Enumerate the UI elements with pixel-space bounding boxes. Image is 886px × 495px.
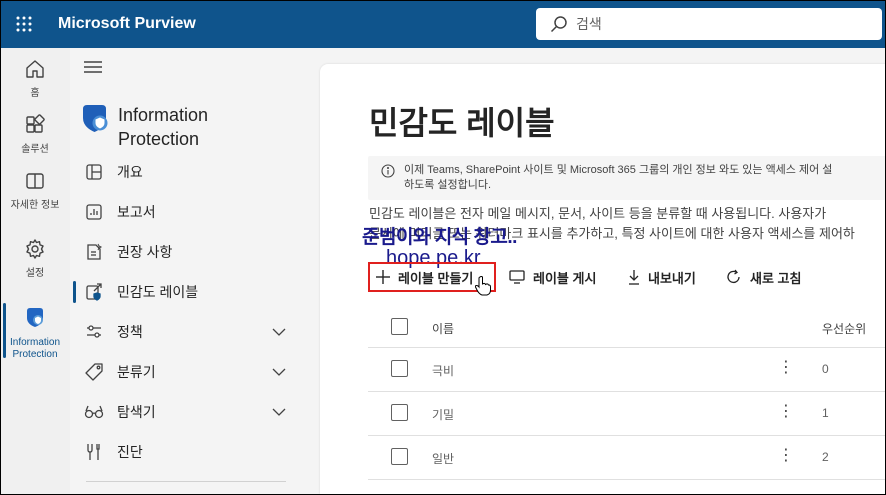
label-name[interactable]: 극비 <box>432 362 454 379</box>
rail-item-solutions[interactable]: 솔루션 <box>0 114 70 156</box>
plus-icon <box>376 270 390 284</box>
sensitivity-label-icon <box>84 282 104 302</box>
download-icon <box>628 269 640 285</box>
policy-icon <box>84 322 104 342</box>
rail-label-information-protection: Information Protection <box>9 337 61 360</box>
diagnostics-icon <box>84 442 104 462</box>
nav-label-policies: 정책 <box>117 324 143 340</box>
column-header-name[interactable]: 이름 <box>432 320 454 337</box>
column-header-priority[interactable]: 우선순위 <box>822 320 866 337</box>
info-banner: 이제 Teams, SharePoint 사이트 및 Microsoft 365… <box>368 156 886 200</box>
label-name[interactable]: 일반 <box>432 450 454 467</box>
nav-label-reports: 보고서 <box>117 204 156 220</box>
table-row[interactable]: 일반 ⋮ 2 <box>368 436 886 480</box>
search-input[interactable] <box>576 16 856 32</box>
info-text-line-2: 하도록 설정합니다. <box>404 179 492 191</box>
more-options-icon[interactable]: ⋮ <box>778 448 794 464</box>
toolbar: 레이블 만들기 레이블 게시 내보내기 새로 고침 <box>368 262 886 292</box>
information-protection-icon <box>23 305 47 334</box>
nav-label-overview: 개요 <box>117 164 143 180</box>
table-row[interactable]: 극비 ⋮ 0 <box>368 348 886 392</box>
row-checkbox[interactable] <box>391 360 408 377</box>
publish-labels-text: 레이블 게시 <box>533 270 597 286</box>
hamburger-icon[interactable] <box>84 60 102 79</box>
app-launcher-icon[interactable] <box>0 0 48 48</box>
recommendations-icon <box>84 242 104 262</box>
rail-item-information-protection[interactable]: Information Protection <box>0 305 70 361</box>
app-title[interactable]: Microsoft Purview <box>58 15 196 33</box>
nav-label-diagnostics: 진단 <box>117 444 143 460</box>
nav-item-recommendations[interactable]: 권장 사항 <box>70 232 310 272</box>
nav-item-diagnostics[interactable]: 진단 <box>70 432 310 472</box>
info-text: 이제 Teams, SharePoint 사이트 및 Microsoft 365… <box>404 163 886 193</box>
rail-label-home: 홈 <box>30 88 40 99</box>
watermark-text: 준범이와 지식 창고.. <box>362 227 517 248</box>
export-text: 내보내기 <box>648 270 696 286</box>
label-priority: 2 <box>822 450 829 464</box>
nav-item-classifiers[interactable]: 분류기 <box>70 352 310 392</box>
nav-label-sensitivity-labels: 민감도 레이블 <box>117 284 199 300</box>
hand-cursor-icon <box>474 276 491 301</box>
rail-item-learn[interactable]: 자세한 정보 <box>0 170 70 212</box>
nav-header: Information Protection <box>80 101 258 151</box>
nav-item-policies[interactable]: 정책 <box>70 312 310 352</box>
label-priority: 1 <box>822 406 829 420</box>
create-label-text: 레이블 만들기 <box>398 270 474 286</box>
reports-icon <box>84 202 104 222</box>
publish-icon <box>509 270 525 284</box>
row-checkbox[interactable] <box>391 404 408 421</box>
table-row[interactable]: 기밀 ⋮ 1 <box>368 392 886 436</box>
table-header: 이름 우선순위 <box>368 308 886 348</box>
info-text-line-1: 이제 Teams, SharePoint 사이트 및 Microsoft 365… <box>404 164 833 176</box>
publish-labels-button[interactable]: 레이블 게시 <box>509 262 596 292</box>
rail-label-settings: 설정 <box>25 268 45 279</box>
search-box[interactable] <box>536 8 882 40</box>
nav-label-recommendations: 권장 사항 <box>117 244 173 260</box>
left-rail: 홈 솔루션 자세한 정보 설정 Information Protection <box>0 48 70 495</box>
nav-item-explorers[interactable]: 탐색기 <box>70 392 310 432</box>
chevron-down-icon[interactable] <box>272 403 286 421</box>
export-button[interactable]: 내보내기 <box>628 262 696 292</box>
info-icon <box>381 164 395 183</box>
information-protection-logo-icon <box>80 101 110 151</box>
rail-item-home[interactable]: 홈 <box>0 58 70 100</box>
classifier-icon <box>84 362 104 382</box>
explorer-icon <box>84 402 104 422</box>
nav-divider <box>86 481 286 482</box>
nav-label-explorers: 탐색기 <box>117 404 156 420</box>
search-icon <box>550 15 568 33</box>
solutions-icon <box>24 114 46 141</box>
nav-item-sensitivity-labels[interactable]: 민감도 레이블 <box>70 272 310 312</box>
label-priority: 0 <box>822 362 829 376</box>
nav-header-title: Information Protection <box>118 105 209 149</box>
nav-item-overview[interactable]: 개요 <box>70 152 310 192</box>
chevron-down-icon[interactable] <box>272 363 286 381</box>
page-title: 민감도 레이블 <box>369 105 555 141</box>
refresh-icon <box>726 269 742 285</box>
label-name[interactable]: 기밀 <box>432 406 454 423</box>
home-icon <box>24 58 46 85</box>
nav-item-reports[interactable]: 보고서 <box>70 192 310 232</box>
rail-item-settings[interactable]: 설정 <box>0 238 70 280</box>
nav-label-classifiers: 분류기 <box>117 364 156 380</box>
chevron-down-icon[interactable] <box>272 323 286 341</box>
select-all-checkbox[interactable] <box>391 318 408 335</box>
overview-icon <box>84 162 104 182</box>
settings-icon <box>24 238 46 265</box>
refresh-text: 새로 고침 <box>750 270 802 286</box>
main-content: 민감도 레이블 이제 Teams, SharePoint 사이트 및 Micro… <box>320 64 886 495</box>
rail-label-solutions: 솔루션 <box>21 144 49 155</box>
description-line-1: 민감도 레이블은 전자 메일 메시지, 문서, 사이트 등을 분류할 때 사용됩… <box>369 206 827 221</box>
row-checkbox[interactable] <box>391 448 408 465</box>
learn-icon <box>24 170 46 197</box>
rail-label-learn: 자세한 정보 <box>10 200 60 211</box>
refresh-button[interactable]: 새로 고침 <box>726 262 801 292</box>
top-bar: Microsoft Purview <box>0 0 886 48</box>
more-options-icon[interactable]: ⋮ <box>778 360 794 376</box>
more-options-icon[interactable]: ⋮ <box>778 404 794 420</box>
nav-panel: Information Protection 개요 보고서 권장 사항 민감도 … <box>70 48 310 495</box>
